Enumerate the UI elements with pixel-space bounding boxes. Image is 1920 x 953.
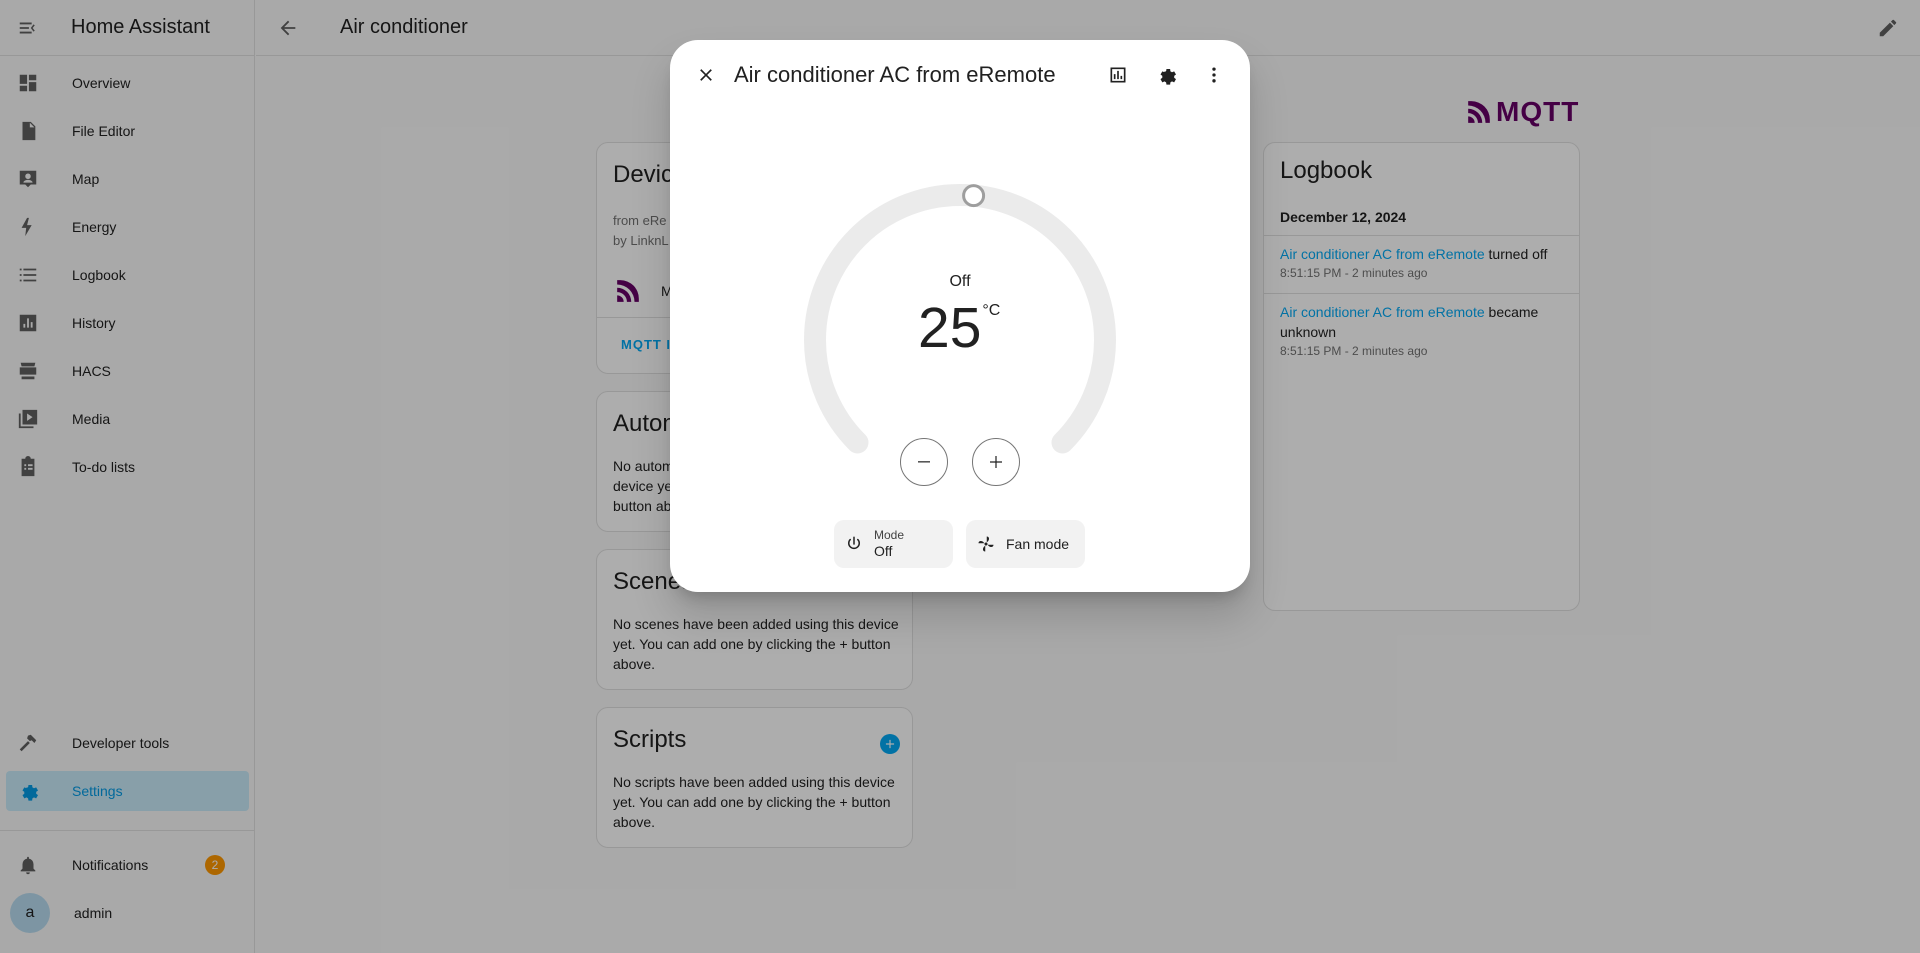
- gear-icon: [1160, 69, 1176, 85]
- decrease-temperature-button[interactable]: [900, 438, 948, 486]
- chart-box-icon: [1110, 67, 1126, 83]
- fan-mode-label: Fan mode: [1006, 536, 1070, 552]
- more-options-button[interactable]: [1194, 55, 1234, 95]
- more-info-dialog: Air conditioner AC from eRemote Off 25 °…: [670, 40, 1250, 592]
- dots-vertical-icon: [1212, 67, 1216, 83]
- mode-select[interactable]: Mode Off: [834, 520, 953, 568]
- close-button[interactable]: [686, 55, 726, 95]
- hvac-state: Off: [949, 273, 971, 290]
- dialog-title: Air conditioner AC from eRemote: [734, 62, 1056, 87]
- increase-temperature-button[interactable]: [972, 438, 1020, 486]
- history-button[interactable]: [1098, 55, 1138, 95]
- target-temperature: 25 °C: [918, 298, 1000, 358]
- power-icon: [834, 535, 874, 553]
- mode-label: Mode: [874, 528, 905, 542]
- plus-icon: [990, 456, 1002, 468]
- minus-icon: [918, 461, 930, 463]
- setpoint-handle[interactable]: [962, 184, 986, 208]
- settings-button[interactable]: [1146, 55, 1186, 95]
- close-icon: [700, 69, 712, 81]
- temperature-unit: °C: [982, 302, 1001, 319]
- fan-icon: [966, 535, 1006, 553]
- mode-value: Off: [874, 543, 893, 559]
- fan-mode-select[interactable]: Fan mode: [966, 520, 1085, 568]
- target-temperature-value: 25: [918, 296, 982, 360]
